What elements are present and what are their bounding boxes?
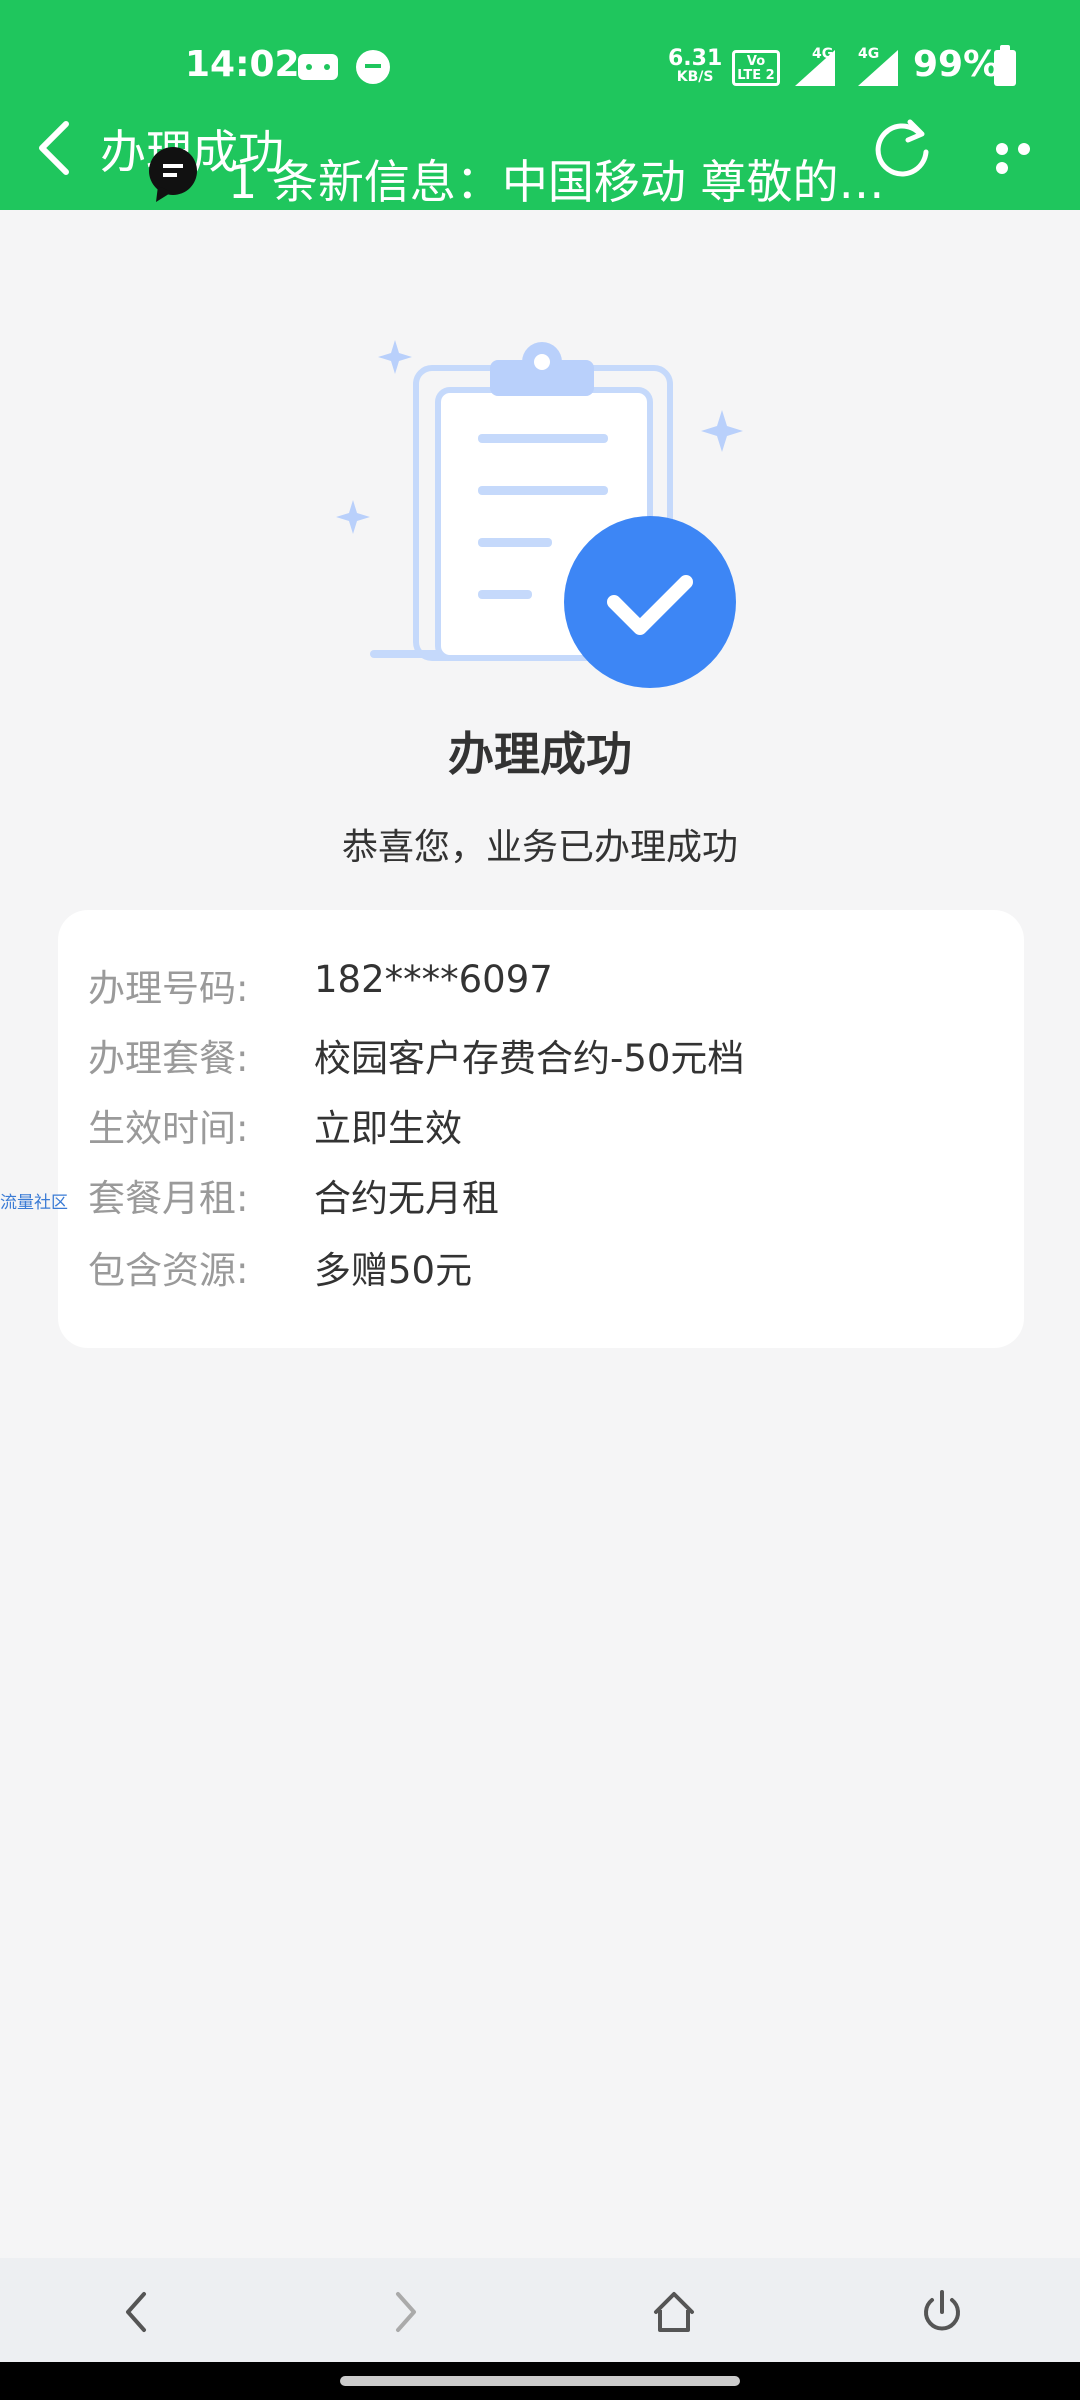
power-icon <box>924 2290 960 2331</box>
more-dots-icon <box>996 143 1008 155</box>
message-bubble-icon[interactable] <box>148 146 198 202</box>
detail-value: 合约无月租 <box>314 1177 499 1220</box>
home-icon <box>654 2292 694 2332</box>
result-subtitle: 恭喜您，业务已办理成功 <box>341 827 738 868</box>
volte-icon: Vo LTE 2 <box>732 50 780 86</box>
gamepad-icon <box>298 54 338 80</box>
detail-value: 校园客户存费合约-50元档 <box>314 1037 745 1080</box>
notification-banner-text[interactable]: 1 条新信息：中国移动 尊敬的用... <box>228 146 908 212</box>
back-button[interactable] <box>28 116 80 180</box>
signal-strength-icon <box>858 50 898 86</box>
more-options-button[interactable] <box>996 140 1060 174</box>
detail-label: 生效时间: <box>88 1107 249 1150</box>
browser-bottom-bar <box>0 2258 1080 2362</box>
browser-home-button[interactable] <box>644 2284 704 2340</box>
browser-forward-button[interactable] <box>376 2284 436 2340</box>
result-title: 办理成功 <box>448 727 632 781</box>
back-arrow-icon <box>126 2292 146 2332</box>
browser-back-button[interactable] <box>106 2284 166 2340</box>
detail-value: 立即生效 <box>314 1107 462 1150</box>
floating-community-tag[interactable]: 流量社区 <box>0 1188 68 1213</box>
detail-value: 182****6097 <box>314 958 553 1001</box>
battery-percent: 99% <box>913 44 1000 85</box>
detail-label: 套餐月租: <box>88 1177 249 1220</box>
clipboard-check-icon <box>320 320 760 700</box>
chevron-left-icon <box>39 121 69 175</box>
message-status-icon <box>356 50 390 84</box>
detail-label: 包含资源: <box>88 1249 249 1292</box>
order-details-card: 办理号码: 182****6097 办理套餐: 校园客户存费合约-50元档 生效… <box>58 910 1024 1348</box>
signal-strength-icon <box>795 50 835 86</box>
app-header: 14:02 6.31 KB/S Vo LTE 2 4G 4G 99% 办理成功 … <box>0 0 1080 210</box>
refresh-button[interactable] <box>868 112 938 182</box>
forward-arrow-icon <box>396 2292 416 2332</box>
browser-exit-button[interactable] <box>912 2284 972 2340</box>
gesture-handle[interactable] <box>340 2376 740 2386</box>
detail-label: 办理号码: <box>88 967 249 1010</box>
detail-value: 多赠50元 <box>314 1249 473 1292</box>
refresh-icon <box>875 119 929 177</box>
network-speed: 6.31 KB/S <box>668 48 722 86</box>
battery-icon <box>994 45 1016 86</box>
detail-label: 办理套餐: <box>88 1037 249 1080</box>
status-time: 14:02 <box>185 44 300 85</box>
